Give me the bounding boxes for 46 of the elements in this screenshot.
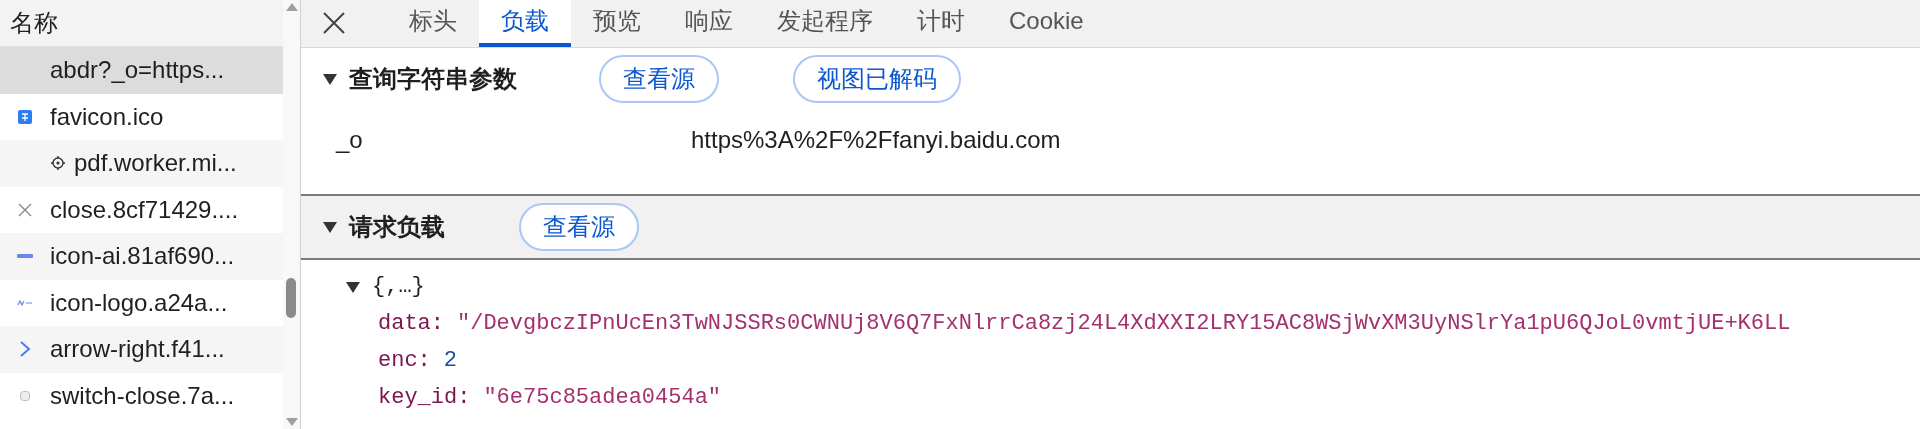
field-key: enc: <box>378 344 431 377</box>
scrollbar[interactable] <box>283 0 300 429</box>
tab[interactable]: 计时 <box>895 0 987 47</box>
dash-icon <box>17 254 33 259</box>
request-name: icon-logo.a24a... <box>50 287 228 318</box>
field-value: "/DevgbczIPnUcEn3TwNJSSRs0CWNUj8V6Q7FxNlrrCa8zj24L4XdXXI2LRY15AC8WSjWvXM3UyNSlrYa1pU6QJoL0vmtjUE+K6LL <box>457 310 1791 338</box>
view-source-button[interactable]: 查看源 <box>599 55 719 103</box>
tab[interactable]: 预览 <box>571 0 663 47</box>
close-icon <box>18 202 32 217</box>
tab[interactable]: 响应 <box>663 0 755 47</box>
tab[interactable]: 发起程序 <box>755 0 895 47</box>
param-name: _o <box>334 125 364 155</box>
request-name: favicon.ico <box>50 101 164 132</box>
scroll-down-icon[interactable] <box>286 418 299 426</box>
request-row[interactable]: abdr?_o=https... <box>0 47 284 94</box>
view-source-button[interactable]: 视图已解码 <box>793 55 961 103</box>
field-key: data: <box>378 307 444 340</box>
tab[interactable]: 标头 <box>387 0 479 47</box>
request-row[interactable]: arrow-right.f41... <box>0 326 284 373</box>
toggle-icon <box>20 390 30 401</box>
scrollbar-thumb[interactable] <box>286 278 297 318</box>
request-name: close.8cf71429.... <box>50 194 239 225</box>
section-title: 请求负载 <box>349 212 446 242</box>
column-header[interactable]: 名称 <box>0 0 284 47</box>
tab[interactable]: Cookie <box>987 0 1106 47</box>
logo-icon <box>17 299 33 306</box>
request-name: arrow-right.f41... <box>50 334 225 365</box>
request-row[interactable]: pdf.worker.mi... <box>0 140 284 187</box>
section-title: 查询字符串参数 <box>349 64 518 94</box>
request-name: icon-ai.81af690... <box>50 241 235 272</box>
gear-icon <box>50 155 66 172</box>
field-key: key_id: <box>378 381 471 414</box>
request-row[interactable]: icon-ai.81af690... <box>0 233 284 280</box>
chevron-right-icon <box>19 340 31 359</box>
param-value: https%3A%2F%2Ffanyi.baidu.com <box>691 125 1061 155</box>
object-summary: {,…} <box>372 273 425 301</box>
field-value: 2 <box>443 347 457 375</box>
translate-icon <box>18 109 32 124</box>
request-name: switch-close.7a... <box>50 380 235 411</box>
view-source-button[interactable]: 查看源 <box>519 203 639 251</box>
scroll-up-icon[interactable] <box>286 3 299 11</box>
tab[interactable]: 负载 <box>479 0 571 47</box>
close-icon <box>322 11 346 35</box>
request-name: pdf.worker.mi... <box>74 148 237 179</box>
request-name: abdr?_o=https... <box>50 55 225 86</box>
field-value: "6e75c85adea0454a" <box>483 384 722 412</box>
